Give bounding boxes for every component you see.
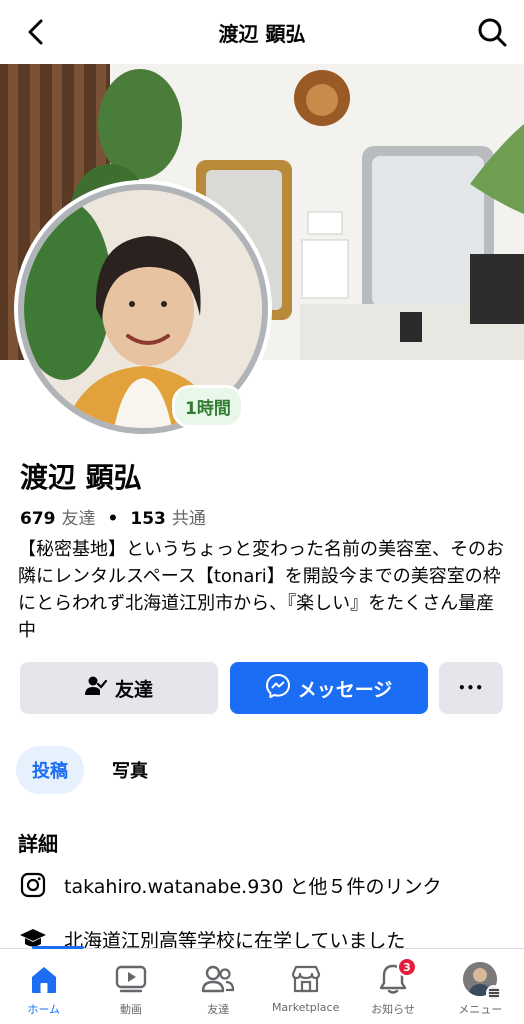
- profile-tabs: 投稿 写真: [16, 746, 164, 794]
- messenger-icon: [265, 673, 290, 703]
- message-button[interactable]: メッセージ: [230, 662, 428, 714]
- profile-stats[interactable]: 679 友達 • 153 共通: [20, 504, 206, 529]
- video-icon: [113, 961, 149, 997]
- tab-posts[interactable]: 投稿: [16, 746, 84, 794]
- mutual-count: 153: [130, 509, 166, 529]
- menu-lines-icon: [486, 985, 503, 1001]
- details-heading: 詳細: [18, 832, 58, 856]
- page-title: 渡辺 顕弘: [218, 21, 306, 46]
- friends-count: 679: [20, 509, 56, 529]
- nav-menu-label: メニュー: [458, 1003, 503, 1016]
- instagram-icon: [18, 870, 48, 900]
- instagram-link-text: takahiro.watanabe.930 と他５件のリンク: [64, 875, 442, 898]
- friend-check-icon: [84, 675, 108, 702]
- nav-notifications-label: お知らせ: [371, 1003, 415, 1016]
- nav-friends[interactable]: 友達: [175, 949, 262, 1024]
- back-icon[interactable]: [18, 14, 54, 50]
- story-time-badge: 1時間: [172, 385, 244, 428]
- more-dots-icon: •••: [457, 681, 484, 695]
- home-icon: [26, 961, 62, 997]
- profile-name: 渡辺 顕弘: [20, 461, 142, 494]
- nav-notifications[interactable]: 3 お知らせ: [349, 949, 436, 1024]
- nav-menu[interactable]: メニュー: [437, 949, 524, 1024]
- friends-count-label: 友達: [61, 509, 96, 529]
- more-options-button[interactable]: •••: [439, 662, 503, 714]
- friends-button[interactable]: 友達: [20, 662, 218, 714]
- nav-home-label: ホーム: [27, 1003, 60, 1016]
- detail-instagram-links[interactable]: takahiro.watanabe.930 と他５件のリンク: [18, 870, 442, 900]
- notification-count-badge: 3: [396, 957, 417, 977]
- friends-button-label: 友達: [114, 678, 153, 701]
- mutual-count-label: 共通: [171, 509, 206, 529]
- stats-separator: •: [107, 509, 119, 529]
- nav-video[interactable]: 動画: [87, 949, 174, 1024]
- friends-icon: [200, 961, 236, 997]
- menu-avatar-icon: [462, 961, 503, 1001]
- nav-video-label: 動画: [119, 1003, 142, 1016]
- nav-marketplace[interactable]: Marketplace: [262, 949, 349, 1024]
- nav-friends-label: 友達: [207, 1003, 230, 1016]
- active-tab-indicator: [32, 946, 84, 949]
- nav-home[interactable]: ホーム: [0, 949, 87, 1024]
- message-button-label: メッセージ: [297, 678, 393, 701]
- marketplace-icon: [288, 961, 324, 997]
- nav-marketplace-label: Marketplace: [271, 1001, 340, 1014]
- search-icon[interactable]: [474, 14, 510, 50]
- tab-photos[interactable]: 写真: [96, 746, 164, 794]
- top-bar: 渡辺 顕弘: [0, 0, 524, 64]
- bell-icon: 3: [375, 957, 417, 997]
- profile-bio: 【秘密基地】というちょっと変わった名前の美容室、そのお隣にレンタルスペース【to…: [18, 539, 504, 641]
- bottom-navigation: ホーム 動画 友達 Marketplace 3 お知らせ メニュー: [0, 948, 524, 1024]
